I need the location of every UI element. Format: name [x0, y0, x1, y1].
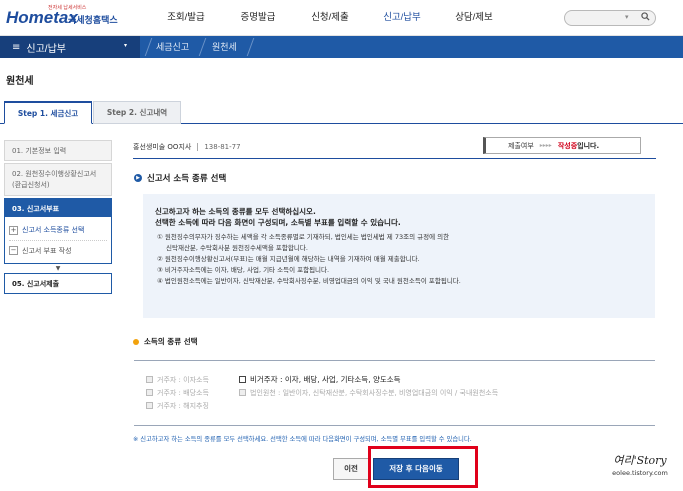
checkbox-disabled [146, 389, 153, 396]
search-input[interactable]: ▾ [564, 10, 656, 26]
section-income-type-heading: ▶ 신고서 소득 종류 선택 [134, 172, 226, 184]
logo-korean-name: 국세청홈택스 [68, 16, 118, 26]
checkbox-label: 거주자 : 해지추징 [157, 401, 209, 410]
menu-basic-info[interactable]: 01. 기본정보 입력 [4, 140, 112, 161]
other-column: 비거주자 : 이자, 배당, 사업, 기타소득, 양도소득 법인원천 : 일반이… [239, 373, 498, 399]
checkbox[interactable] [239, 376, 246, 383]
checkbox-label: 법인원천 : 일반이자, 신탁재산분, 수탁회사징수분, 비영업대금의 이익 /… [250, 388, 499, 397]
checkbox-label: 거주자 : 이자소득 [157, 375, 209, 384]
section-title: 신고서 소득 종류 선택 [147, 174, 227, 184]
watermark-url: eolee.tistory.com [612, 469, 668, 477]
page-title: 원천세 [6, 76, 34, 87]
checkbox-disabled [146, 402, 153, 409]
resident-column: 거주자 : 이자소득 거주자 : 배당소득 거주자 : 해지추징 [146, 373, 209, 412]
hometax-logo[interactable]: 전자세 납세서비스 Hometax 국세청홈택스 [4, 4, 132, 32]
status-label: 제출여부 [508, 141, 534, 150]
chevron-down-icon: ▾ [124, 42, 128, 49]
arrow-down-icon: ▼ [55, 265, 61, 272]
main-nav: 조회/발급 증명발급 신청/제출 신고/납부 상담/제보 [150, 0, 510, 36]
submenu: + 신고서 소득종류 선택 − 신고서 부표 작성 [4, 217, 112, 264]
step-menu: 01. 기본정보 입력 02. 원천징수이행상황신고서(환급신청서) 03. 신… [4, 140, 112, 296]
menu-submit[interactable]: 05. 신고서제출 [4, 273, 112, 294]
checkbox-nonresident[interactable]: 비거주자 : 이자, 배당, 사업, 기타소득, 양도소득 [239, 373, 498, 386]
bullet-icon: ▶ [134, 174, 142, 182]
company-name: 홍선생미술 OO지사 [133, 143, 192, 151]
nav-certificate[interactable]: 증명발급 [222, 0, 294, 36]
submenu-income-type[interactable]: + 신고서 소득종류 선택 [9, 220, 107, 240]
checkbox-resident-interest: 거주자 : 이자소득 [146, 373, 209, 386]
divider [133, 158, 656, 159]
submenu-appendix-write[interactable]: − 신고서 부표 작성 [9, 240, 107, 260]
top-header: 전자세 납세서비스 Hometax 국세청홈택스 조회/발급 증명발급 신청/제… [0, 0, 683, 36]
status-value: 작성중 [557, 141, 578, 150]
note-4: ④ 법인원천소득에는 일반이자, 신탁재산분, 수탁회사징수분, 비영업대금의 … [157, 277, 461, 285]
breadcrumb-bar: ≡ 신고/납부 ▾ 세금신고 원천세 [0, 36, 683, 58]
section-income-select-heading: 소득의 종류 선택 [133, 336, 198, 347]
checkbox-label: 비거주자 : 이자, 배당, 사업, 기타소득, 양도소득 [250, 375, 401, 384]
breadcrumb-withholding[interactable]: 원천세 [212, 36, 237, 58]
checkbox-disabled [146, 376, 153, 383]
menu-label: 신고/납부 [26, 43, 66, 55]
menu-withholding-report[interactable]: 02. 원천징수이행상황신고서(환급신청서) [4, 163, 112, 196]
tab-step2[interactable]: Step 2. 신고내역 [93, 101, 181, 124]
step-tabs: Step 1. 세금신고 Step 2. 신고내역 [0, 101, 683, 124]
nav-filing-payment[interactable]: 신고/납부 [366, 0, 438, 36]
checkbox-corporate: 법인원천 : 일반이자, 신탁재산분, 수탁회사징수분, 비영업대금의 이익 /… [239, 386, 498, 399]
tab-step1[interactable]: Step 1. 세금신고 [4, 101, 92, 124]
submenu-appendix-write-label: 신고서 부표 작성 [22, 246, 72, 255]
checkbox-label: 거주자 : 배당소득 [157, 388, 209, 397]
search-dropdown-icon[interactable]: ▾ [625, 13, 629, 21]
menu-dropdown[interactable]: ≡ 신고/납부 ▾ [0, 36, 140, 58]
checkbox-resident-termination: 거주자 : 해지추징 [146, 399, 209, 412]
checkbox-resident-dividend: 거주자 : 배당소득 [146, 386, 209, 399]
business-number: 138-81-77 [197, 143, 241, 151]
status-tail: 입니다. [577, 141, 600, 150]
nav-inquiry[interactable]: 조회/발급 [150, 0, 222, 36]
nav-application[interactable]: 신청/제출 [294, 0, 366, 36]
previous-button[interactable]: 이전 [333, 458, 369, 480]
instruction-lead-2: 선택한 소득에 따라 다음 화면이 구성되며, 소득별 부표를 입력할 수 있습… [155, 218, 401, 227]
footnote: ※ 신고하고자 하는 소득의 종류를 모두 선택하세요. 선택한 소득에 따라 … [133, 436, 472, 443]
note-3: ③ 비거주자소득에는 이자, 배당, 사업, 기타 소득이 포함됩니다. [157, 266, 330, 274]
breadcrumb-divider [246, 38, 255, 56]
instruction-notes: ① 원천징수의무자가 징수하는 세액을 각 소득종류별로 기재하되, 법인세는 … [155, 232, 655, 287]
hamburger-icon: ≡ [12, 41, 21, 53]
company-info: 홍선생미술 OO지사 138-81-77 [133, 142, 241, 152]
checkbox-disabled [239, 389, 246, 396]
save-and-next-button[interactable]: 저장 후 다음이동 [373, 458, 459, 480]
instruction-lead-1: 신고하고자 하는 소득의 종류를 모두 선택하십시오. [155, 207, 316, 216]
breadcrumb-tax-filing[interactable]: 세금신고 [156, 36, 189, 58]
nav-consultation[interactable]: 상담/제보 [438, 0, 510, 36]
submenu-income-type-label: 신고서 소득종류 선택 [22, 226, 85, 234]
plus-icon: + [9, 225, 18, 235]
breadcrumb-divider [198, 38, 207, 56]
instruction-box: 신고하고자 하는 소득의 종류를 모두 선택하십시오. 선택한 소득에 따라 다… [143, 194, 655, 318]
status-arrows: ▸▸▸▸ [539, 142, 552, 149]
submission-status: 제출여부 ▸▸▸▸ 작성중 입니다. [483, 137, 641, 154]
note-1-cont: 신탁재산분, 수탁회사분 원천징수세액을 포함합니다. [166, 244, 308, 252]
menu-report-appendix[interactable]: 03. 신고서부표 [4, 198, 112, 217]
section2-title: 소득의 종류 선택 [144, 337, 198, 346]
blog-watermark: 여리'Story eolee.tistory.com [600, 452, 680, 477]
search-icon[interactable] [641, 12, 650, 24]
breadcrumb-divider [144, 38, 153, 56]
note-2: ② 원천징수이행상황신고서(부표)는 매월 지급년월에 해당하는 내역을 기재하… [157, 255, 420, 263]
minus-icon: − [9, 246, 18, 255]
watermark-signature: 여리'Story [613, 454, 667, 467]
note-1: ① 원천징수의무자가 징수하는 세액을 각 소득종류별로 기재하되, 법인세는 … [157, 233, 450, 241]
income-type-checkboxes: 거주자 : 이자소득 거주자 : 배당소득 거주자 : 해지추징 비거주자 : … [134, 360, 655, 426]
orange-dot-icon [133, 338, 139, 345]
